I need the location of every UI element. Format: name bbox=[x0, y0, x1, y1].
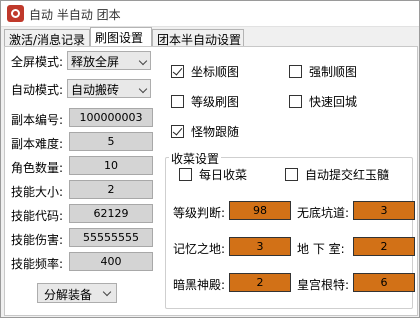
level-map-checkbox[interactable]: 等级刷图 bbox=[171, 94, 239, 110]
auto-mode-select[interactable]: 自动搬砖 bbox=[67, 79, 151, 98]
dungeon-difficulty-field[interactable]: 5 bbox=[69, 132, 153, 151]
tab-activation-log[interactable]: 激活/消息记录 bbox=[4, 29, 90, 47]
dungeon-difficulty-label: 副本难度: bbox=[11, 137, 64, 151]
monster-follow-checkbox[interactable]: 怪物跟随 bbox=[171, 124, 239, 140]
skill-damage-field[interactable]: 55555555 bbox=[69, 228, 153, 247]
level-check-field[interactable]: 98 bbox=[229, 201, 291, 220]
force-map-checkbox[interactable]: 强制顺图 bbox=[289, 64, 357, 80]
skill-size-label: 技能大小: bbox=[11, 185, 64, 199]
quick-return-label: 快速回城 bbox=[309, 95, 358, 109]
skill-frequency-label: 技能频率: bbox=[11, 257, 64, 271]
chevron-down-icon bbox=[102, 287, 112, 297]
abyss-tunnel-field[interactable]: 3 bbox=[353, 201, 415, 220]
settings-panel: 全屏模式: 释放全屏 自动模式: 自动搬砖 副本编号: 100000003 副本… bbox=[4, 46, 418, 316]
chevron-down-icon bbox=[138, 56, 148, 66]
skill-code-field[interactable]: 62129 bbox=[69, 204, 153, 223]
skill-code-label: 技能代码: bbox=[11, 209, 64, 223]
harvest-settings-title: 收菜设置 bbox=[169, 150, 222, 167]
basement-field[interactable]: 2 bbox=[353, 237, 415, 256]
checkbox-icon bbox=[289, 95, 302, 108]
auto-mode-label: 自动模式: bbox=[11, 83, 64, 97]
split-equip-dropdown[interactable]: 分解装备 bbox=[37, 283, 117, 303]
checkbox-icon bbox=[289, 65, 302, 78]
level-map-label: 等级刷图 bbox=[191, 95, 240, 109]
tab-raid-semi-auto[interactable]: 团本半自动设置 bbox=[152, 29, 244, 47]
dark-temple-field[interactable]: 2 bbox=[229, 273, 291, 292]
daily-harvest-checkbox[interactable]: 每日收菜 bbox=[179, 167, 247, 183]
window-title: 自动 半自动 团本 bbox=[29, 8, 121, 22]
auto-mode-value: 自动搬砖 bbox=[71, 83, 120, 97]
auto-submit-checkbox[interactable]: 自动提交红玉髓 bbox=[285, 167, 389, 183]
app-window: 自动 半自动 团本 激活/消息记录 刷图设置 团本半自动设置 全屏模式: 释放全… bbox=[0, 0, 420, 318]
dark-temple-label: 暗黑神殿: bbox=[173, 278, 226, 292]
split-equip-label: 分解装备 bbox=[44, 288, 93, 302]
memory-land-label: 记忆之地: bbox=[173, 242, 226, 256]
skill-frequency-field[interactable]: 400 bbox=[69, 252, 153, 271]
quick-return-checkbox[interactable]: 快速回城 bbox=[289, 94, 357, 110]
basement-label: 地 下 室: bbox=[297, 242, 345, 256]
coord-map-checkbox[interactable]: 坐标顺图 bbox=[171, 64, 239, 80]
memory-land-field[interactable]: 3 bbox=[229, 237, 291, 256]
fullscreen-mode-value: 释放全屏 bbox=[71, 55, 120, 69]
daily-harvest-label: 每日收菜 bbox=[199, 168, 248, 182]
checkbox-icon bbox=[171, 95, 184, 108]
character-count-label: 角色数量: bbox=[11, 161, 64, 175]
checkbox-checked-icon bbox=[171, 125, 184, 138]
fullscreen-mode-select[interactable]: 释放全屏 bbox=[67, 51, 151, 70]
auto-submit-label: 自动提交红玉髓 bbox=[305, 168, 390, 182]
checkbox-checked-icon bbox=[171, 65, 184, 78]
force-map-label: 强制顺图 bbox=[309, 65, 358, 79]
fullscreen-mode-label: 全屏模式: bbox=[11, 55, 64, 69]
skill-size-field[interactable]: 2 bbox=[69, 180, 153, 199]
monster-follow-label: 怪物跟随 bbox=[191, 125, 240, 139]
dungeon-id-label: 副本编号: bbox=[11, 113, 64, 127]
dungeon-id-field[interactable]: 100000003 bbox=[69, 108, 153, 127]
palace-gent-field[interactable]: 6 bbox=[353, 273, 415, 292]
tab-map-settings[interactable]: 刷图设置 bbox=[90, 27, 152, 47]
checkbox-icon bbox=[285, 168, 298, 181]
palace-gent-label: 皇宫根特: bbox=[297, 278, 350, 292]
app-icon bbox=[7, 5, 24, 22]
coord-map-label: 坐标顺图 bbox=[191, 65, 240, 79]
abyss-tunnel-label: 无底坑道: bbox=[297, 206, 350, 220]
level-check-label: 等级判断: bbox=[173, 206, 226, 220]
chevron-down-icon bbox=[138, 84, 148, 94]
character-count-field[interactable]: 10 bbox=[69, 156, 153, 175]
title-bar: 自动 半自动 团本 bbox=[1, 1, 419, 27]
skill-damage-label: 技能伤害: bbox=[11, 233, 64, 247]
checkbox-icon bbox=[179, 168, 192, 181]
